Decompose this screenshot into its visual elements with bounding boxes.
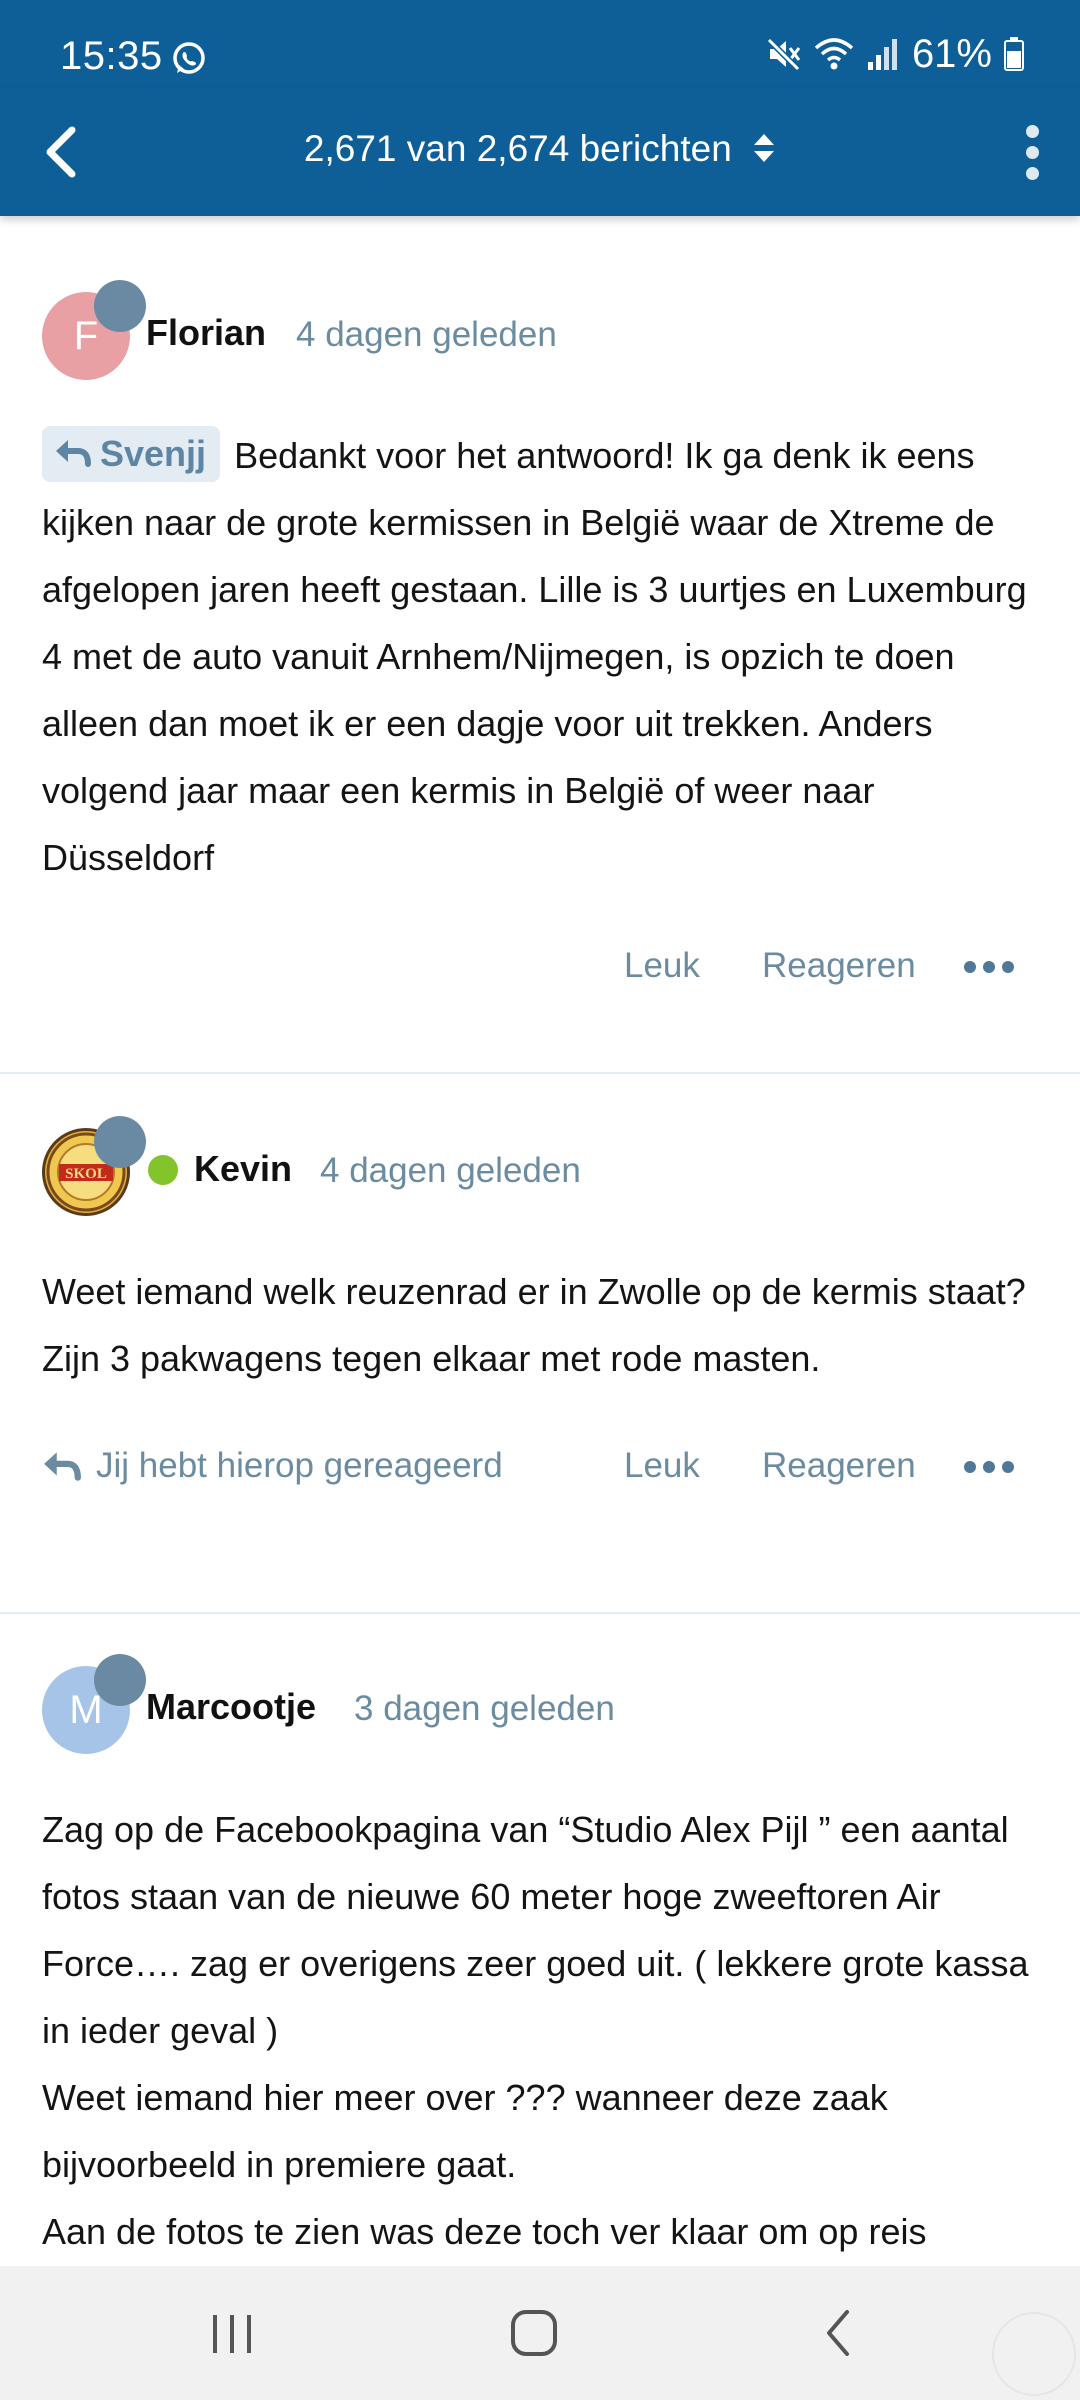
avatar-letter: F — [73, 313, 99, 358]
quote-reference-chip[interactable]: Svenjj — [42, 426, 221, 482]
post-text: Weet iemand welk reuzenrad er in Zwolle … — [42, 1271, 1026, 1379]
like-button[interactable]: Leuk — [624, 1446, 700, 1486]
recent-apps-button[interactable] — [192, 2296, 272, 2370]
signal-icon — [867, 39, 897, 70]
online-status-indicator — [148, 1155, 178, 1185]
author-name[interactable]: Kevin — [194, 1148, 292, 1190]
recent-apps-icon — [213, 2315, 251, 2353]
replied-label: Jij hebt hierop gereageerd — [96, 1446, 503, 1485]
post-marcootje: M Marcootje 3 dagen geleden Zag op de Fa… — [0, 1614, 1080, 2314]
back-icon — [827, 2310, 849, 2356]
app-header: 2,671 van 2,674 berichten — [0, 88, 1080, 216]
like-button[interactable]: Leuk — [624, 946, 700, 986]
user-badge — [94, 1116, 146, 1168]
battery-percentage: 61% — [911, 31, 992, 76]
post-text: Bedankt voor het antwoord! Ik ga denk ik… — [42, 435, 1027, 878]
quote-author: Svenjj — [100, 433, 207, 474]
whatsapp-icon — [173, 42, 205, 74]
home-icon — [511, 2310, 557, 2356]
user-badge — [94, 1654, 146, 1706]
sort-chevrons-icon — [754, 134, 775, 163]
reply-arrow-icon — [56, 440, 91, 468]
status-time: 15:35 — [60, 34, 163, 78]
more-options-icon[interactable] — [964, 1452, 1014, 1482]
watermark-logo-icon — [992, 2312, 1076, 2396]
reply-button[interactable]: Reageren — [762, 1446, 916, 1486]
author-name[interactable]: Florian — [146, 312, 266, 354]
post-body: Weet iemand welk reuzenrad er in Zwolle … — [42, 1258, 1042, 1392]
post-timestamp[interactable]: 4 dagen geleden — [320, 1151, 581, 1191]
post-counter-text: 2,671 van 2,674 berichten — [303, 128, 732, 169]
post-body: Svenjj Bedankt voor het antwoord! Ik ga d… — [42, 422, 1042, 891]
post-kevin: SKOL Kevin 4 dagen geleden Weet iemand w… — [0, 1074, 1080, 1614]
author-name[interactable]: Marcootje — [146, 1686, 316, 1728]
post-text: Zag op de Facebookpagina van “Studio Ale… — [42, 1809, 1029, 2252]
status-bar: 15:35 61% — [0, 0, 1080, 88]
reply-arrow-icon — [44, 1452, 81, 1481]
kebab-menu-icon[interactable] — [1004, 118, 1060, 186]
avatar-text: SKOL — [65, 1166, 107, 1182]
post-timestamp[interactable]: 4 dagen geleden — [296, 315, 557, 355]
user-badge — [94, 280, 146, 332]
home-button[interactable] — [494, 2296, 574, 2370]
wifi-icon — [814, 38, 854, 70]
nav-back-button[interactable] — [798, 2296, 878, 2370]
post-counter[interactable]: 2,671 van 2,674 berichten — [0, 128, 1080, 170]
post-timestamp[interactable]: 3 dagen geleden — [354, 1689, 615, 1729]
mute-icon — [766, 37, 801, 72]
reply-button[interactable]: Reageren — [762, 946, 916, 986]
more-options-icon[interactable] — [964, 952, 1014, 982]
status-icons: 61% — [766, 32, 1024, 76]
system-nav-bar — [0, 2266, 1080, 2400]
replied-indicator[interactable]: Jij hebt hierop gereageerd — [42, 1446, 503, 1486]
post-body: Zag op de Facebookpagina van “Studio Ale… — [42, 1796, 1042, 2265]
battery-icon — [1004, 37, 1024, 71]
post-florian: F Florian 4 dagen geleden Svenjj Bedankt … — [0, 216, 1080, 1072]
